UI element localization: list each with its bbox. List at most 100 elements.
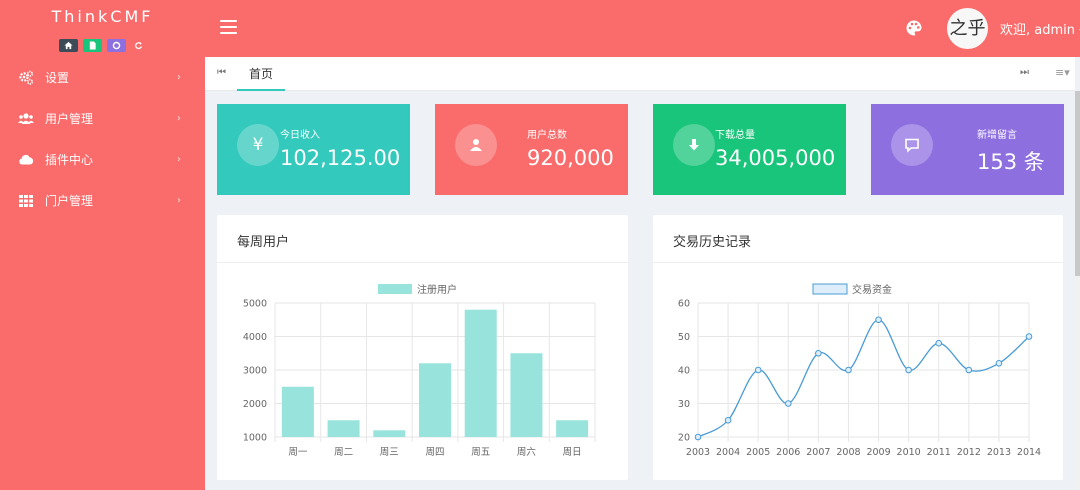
avatar[interactable]: 之乎 (947, 8, 988, 49)
data-point (754, 366, 762, 374)
y-tick-label: 4000 (243, 332, 267, 343)
stat-label: 下载总量 (715, 130, 755, 141)
x-tick-label: 2010 (897, 447, 921, 458)
grid-icon (18, 193, 34, 209)
legend-label: 交易资金 (852, 283, 892, 296)
data-point (724, 416, 732, 424)
chevron-right-icon: › (177, 195, 181, 206)
bar-chart: 注册用户 1000 2000 3000 4000 5000 周一 周二 周三 周四 周五 周六 周日 (243, 283, 596, 458)
data-point (1025, 333, 1033, 340)
chevron-right-icon: › (177, 113, 181, 124)
refresh-icon[interactable] (131, 39, 146, 52)
bar (510, 353, 543, 437)
data-point (845, 366, 852, 374)
recycle-icon[interactable] (107, 38, 126, 52)
stat-value: 102,125.00 (280, 146, 401, 170)
stat-value: 34,005,000 (715, 146, 836, 170)
tab-options-icon[interactable]: ≡▾ (1055, 66, 1070, 79)
stat-label: 今日收入 (280, 130, 320, 141)
y-tick-label: 30 (678, 399, 690, 410)
x-tick-label: 周四 (425, 447, 444, 458)
sidebar-item-label: 用户管理 (45, 112, 94, 126)
chart-legend: 交易资金 (812, 283, 892, 296)
gears-icon (18, 70, 34, 86)
sidebar-item-label: 设置 (45, 71, 70, 85)
x-tick-label: 2003 (686, 447, 710, 458)
sidebar-item-label: 门户管理 (45, 194, 94, 208)
trade-history-panel: 交易历史记录 交易资金 20 30 40 50 60 2003 2004 2005 2006 200… (653, 215, 1063, 480)
series-line (697, 319, 1030, 438)
x-tick-label: 2006 (776, 447, 800, 458)
data-point (935, 339, 943, 347)
quick-actions (0, 33, 205, 57)
welcome-text: 欢迎, admin (1000, 23, 1075, 38)
sidebar-item-users[interactable]: 用户管理 › (0, 98, 205, 139)
sidebar: ThinkCMF 设置 › 用户管理 › 插件中心 › 门户管理 › (0, 0, 205, 490)
chevron-right-icon: › (177, 154, 181, 165)
legend-swatch (812, 283, 848, 295)
divider (217, 262, 628, 263)
y-tick-label: 1000 (243, 433, 267, 444)
x-tick-label: 2005 (746, 447, 770, 458)
data-point (694, 433, 702, 441)
bar (464, 309, 497, 437)
data-point (965, 366, 973, 374)
sidebar-menu: 设置 › 用户管理 › 插件中心 › 门户管理 › (0, 57, 205, 221)
user-icon (455, 124, 497, 166)
data-point (784, 400, 792, 407)
x-tick-label: 周一 (288, 447, 308, 458)
data-point (995, 360, 1003, 367)
top-navbar: 之乎 欢迎, admin (205, 0, 1080, 57)
hamburger-icon[interactable] (220, 20, 237, 34)
weekly-users-panel: 每周用户 注册用户 1000 2000 3000 4000 5000 周一 周二 周三 周四 周五 周… (217, 215, 628, 480)
x-tick-label: 2007 (806, 447, 830, 458)
y-tick-label: 50 (678, 332, 690, 343)
stat-value: 920,000 (527, 146, 614, 170)
scrollbar[interactable] (1075, 91, 1080, 490)
chevron-right-icon: › (177, 72, 181, 83)
y-tick-label: 60 (678, 299, 690, 310)
legend-label: 注册用户 (417, 283, 457, 296)
user-menu[interactable]: 欢迎, admin (1000, 19, 1080, 38)
x-tick-label: 2011 (927, 447, 951, 458)
avatar-text: 之乎 (949, 17, 986, 39)
x-tick-label: 2014 (1017, 447, 1041, 458)
sidebar-item-portal[interactable]: 门户管理 › (0, 180, 205, 221)
cloud-icon (18, 152, 34, 168)
scroll-left-icon[interactable]: ⏮ (217, 67, 226, 78)
bar (373, 430, 406, 437)
stat-card-downloads: 下载总量 34,005,000 (653, 104, 846, 195)
x-tick-label: 周三 (380, 447, 399, 458)
sidebar-item-label: 插件中心 (45, 153, 94, 167)
document-icon[interactable] (83, 38, 102, 52)
bar (419, 363, 451, 437)
divider (653, 262, 1063, 263)
y-tick-label: 5000 (243, 299, 267, 310)
download-icon (673, 124, 715, 166)
panel-title: 交易历史记录 (673, 235, 752, 250)
tab-home[interactable]: 首页 (237, 57, 286, 91)
scroll-right-icon[interactable]: ⏭ (1020, 67, 1029, 78)
panel-title: 每周用户 (237, 235, 290, 250)
bar (556, 420, 589, 437)
sidebar-item-plugins[interactable]: 插件中心 › (0, 139, 205, 180)
comment-icon (891, 124, 933, 166)
sidebar-item-settings[interactable]: 设置 › (0, 57, 205, 98)
palette-icon[interactable] (905, 19, 923, 37)
x-tick-label: 周五 (471, 447, 490, 458)
stat-label: 用户总数 (527, 130, 567, 141)
x-tick-label: 2013 (987, 447, 1011, 458)
stat-label: 新增留言 (977, 130, 1017, 141)
legend-swatch (378, 284, 412, 294)
x-tick-label: 2008 (836, 447, 860, 458)
scrollbar-thumb[interactable] (1075, 91, 1080, 276)
stat-value: 153 条 (977, 150, 1045, 174)
tab-bar: ⏮ 首页 ⏭ ≡▾ (205, 57, 1075, 91)
home-icon[interactable] (59, 38, 78, 52)
brand-title[interactable]: ThinkCMF (0, 0, 205, 33)
users-icon (18, 111, 34, 127)
y-tick-label: 3000 (243, 366, 267, 377)
chart-legend: 注册用户 (378, 283, 457, 296)
stat-card-users: 用户总数 920,000 (435, 104, 628, 195)
data-point (905, 366, 912, 374)
